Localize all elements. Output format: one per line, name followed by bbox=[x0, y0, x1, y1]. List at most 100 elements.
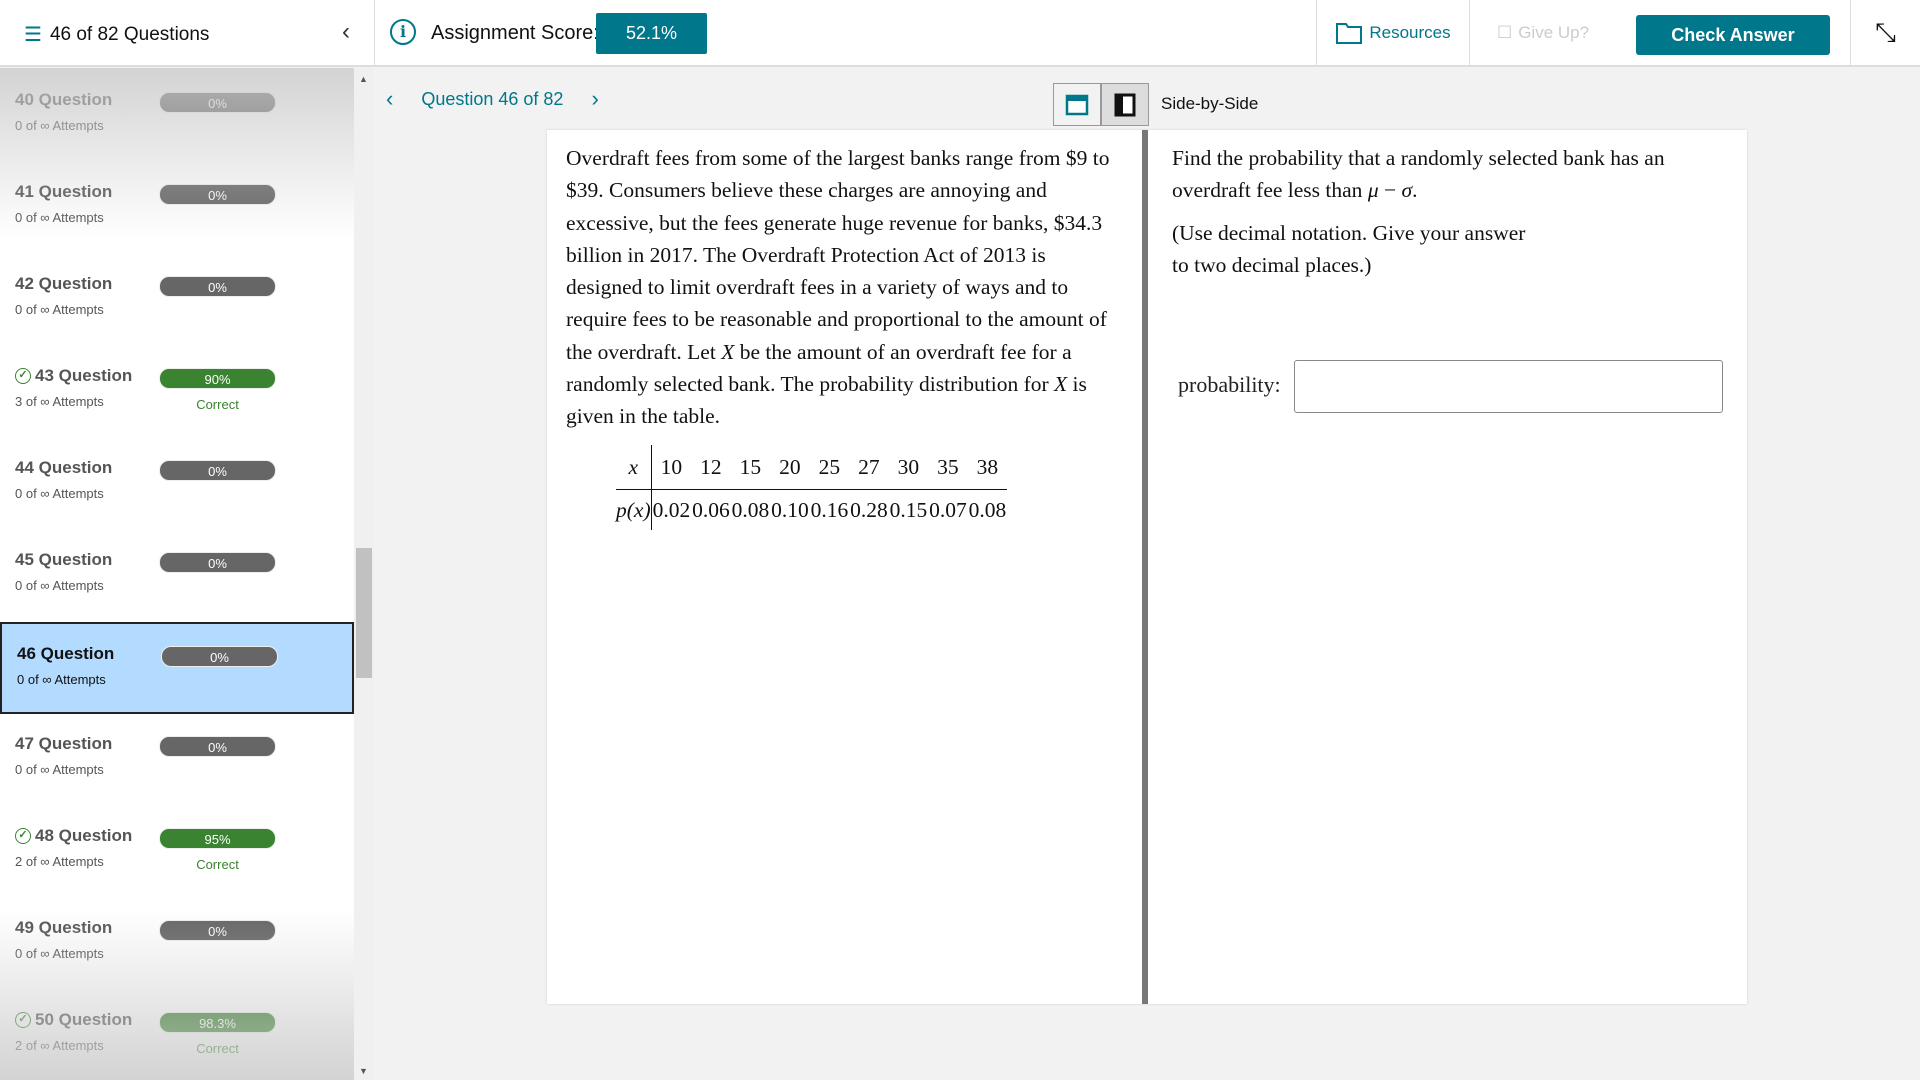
score-bar: 0% bbox=[159, 552, 276, 573]
p-header: p(x) bbox=[616, 489, 652, 531]
exit-fullscreen-button[interactable]: ⤡ bbox=[1850, 0, 1920, 66]
next-question-button[interactable]: › bbox=[591, 86, 598, 112]
attempts: 0 of ∞ Attempts bbox=[15, 486, 104, 501]
scrollbar-thumb[interactable] bbox=[356, 548, 372, 678]
x-value: 30 bbox=[888, 444, 929, 490]
question-navigation: ‹ Question 46 of 82 › bbox=[386, 86, 599, 112]
attempts: 2 of ∞ Attempts bbox=[15, 854, 104, 869]
question-stem: Overdraft fees from some of the largest … bbox=[566, 142, 1126, 531]
x-value: 12 bbox=[691, 444, 731, 490]
question-item[interactable]: 41 Question 0 of ∞ Attempts 0% bbox=[0, 162, 354, 254]
x-value: 15 bbox=[730, 444, 771, 490]
check-circle-icon: ✓ bbox=[15, 1012, 31, 1028]
attempts: 3 of ∞ Attempts bbox=[15, 394, 104, 409]
score-bar: 0% bbox=[161, 646, 278, 667]
question-item[interactable]: 49 Question 0 of ∞ Attempts 0% bbox=[0, 898, 354, 990]
x-value: 25 bbox=[809, 444, 850, 490]
probability-table: x 10 12 15 20 25 27 30 35 38 p(x) 0.02 0.06 0.08 0.10… bbox=[616, 444, 1008, 531]
p-value: 0.06 bbox=[692, 497, 730, 522]
question-prompt: Find the probability that a randomly sel… bbox=[1172, 142, 1712, 281]
question-item[interactable]: 47 Question 0 of ∞ Attempts 0% bbox=[0, 714, 354, 806]
x-header: x bbox=[616, 444, 652, 490]
resources-button[interactable]: Resources bbox=[1316, 0, 1469, 66]
score-bar: 0% bbox=[159, 460, 276, 481]
question-name: 44 Question bbox=[15, 458, 113, 477]
question-item[interactable]: ✓ 43 Question 3 of ∞ Attempts 90% Correct bbox=[0, 346, 354, 438]
score-bar: 0% bbox=[159, 184, 276, 205]
side-by-side-icon bbox=[1114, 93, 1136, 116]
probability-input[interactable] bbox=[1294, 360, 1723, 413]
question-name: 45 Question bbox=[15, 550, 113, 569]
prompt-text: Find the probability that a randomly sel… bbox=[1172, 146, 1665, 203]
score-bar: 90% bbox=[159, 368, 276, 389]
x-value: 27 bbox=[849, 444, 889, 490]
answer-label: probability: bbox=[1178, 372, 1281, 397]
score-bar: 98.3% bbox=[159, 1012, 276, 1033]
status-label: Correct bbox=[196, 1041, 239, 1056]
question-name: 46 Question bbox=[17, 644, 115, 663]
check-answer-button[interactable]: Check Answer bbox=[1636, 15, 1830, 55]
question-item[interactable]: 46 Question 0 of ∞ Attempts 0% bbox=[0, 622, 354, 714]
check-circle-icon: ✓ bbox=[15, 828, 31, 844]
x-value: 20 bbox=[770, 444, 810, 490]
attempts: 0 of ∞ Attempts bbox=[15, 118, 104, 133]
stem-text: Overdraft fees from some of the largest … bbox=[566, 146, 1110, 429]
question-item[interactable]: 42 Question 0 of ∞ Attempts 0% bbox=[0, 254, 354, 346]
p-value: 0.28 bbox=[850, 497, 888, 522]
assignment-score: 52.1% bbox=[596, 13, 707, 54]
question-item[interactable]: 40 Question 0 of ∞ Attempts 0% bbox=[0, 70, 354, 162]
p-value: 0.08 bbox=[968, 497, 1007, 522]
folder-icon bbox=[1336, 23, 1363, 44]
side-by-side-button[interactable] bbox=[1101, 83, 1149, 126]
give-up-icon: ☐ bbox=[1496, 23, 1513, 42]
p-value: 0.07 bbox=[929, 497, 967, 522]
question-name: ✓ 50 Question bbox=[15, 1010, 132, 1030]
assignment-score-label: Assignment Score: bbox=[431, 22, 599, 44]
p-value: 0.15 bbox=[889, 497, 928, 522]
x-value: 38 bbox=[967, 444, 1008, 490]
question-name: 47 Question bbox=[15, 734, 113, 753]
panel-divider[interactable] bbox=[1142, 130, 1148, 1004]
question-name: 49 Question bbox=[15, 918, 113, 937]
score-bar: 0% bbox=[159, 920, 276, 941]
compress-icon: ⤡ bbox=[1875, 17, 1896, 47]
scroll-up-icon[interactable]: ▲ bbox=[359, 74, 368, 84]
score-bar: 95% bbox=[159, 828, 276, 849]
score-bar: 0% bbox=[159, 92, 276, 113]
p-value: 0.08 bbox=[731, 497, 770, 522]
attempts: 0 of ∞ Attempts bbox=[15, 762, 104, 777]
score-bar: 0% bbox=[159, 276, 276, 297]
top-bar: ☰ 46 of 82 Questions ‹ i Assignment Score… bbox=[0, 0, 1920, 67]
x-value: 10 bbox=[651, 444, 692, 490]
status-label: Correct bbox=[196, 857, 239, 872]
attempts: 0 of ∞ Attempts bbox=[15, 578, 104, 593]
question-list-toggle[interactable]: ☰ 46 of 82 Questions bbox=[24, 22, 209, 47]
sidebar-scrollbar[interactable]: ▲ ▼ bbox=[354, 68, 374, 1080]
question-item[interactable]: ✓ 50 Question 2 of ∞ Attempts 98.3% Corre… bbox=[0, 990, 354, 1080]
list-icon: ☰ bbox=[24, 24, 42, 46]
p-value: 0.02 bbox=[652, 497, 691, 522]
question-name: 42 Question bbox=[15, 274, 113, 293]
question-item[interactable]: 45 Question 0 of ∞ Attempts 0% bbox=[0, 530, 354, 622]
question-item[interactable]: ✓ 48 Question 2 of ∞ Attempts 95% Correct bbox=[0, 806, 354, 898]
view-mode-label: Side-by-Side bbox=[1161, 94, 1259, 113]
question-item[interactable]: 44 Question 0 of ∞ Attempts 0% bbox=[0, 438, 354, 530]
score-bar: 0% bbox=[159, 736, 276, 757]
question-position: Question 46 of 82 bbox=[421, 88, 564, 109]
question-panel: Overdraft fees from some of the largest … bbox=[547, 130, 1747, 1004]
attempts: 0 of ∞ Attempts bbox=[15, 946, 104, 961]
status-label: Correct bbox=[196, 397, 239, 412]
attempts: 0 of ∞ Attempts bbox=[15, 210, 104, 225]
attempts: 2 of ∞ Attempts bbox=[15, 1038, 104, 1053]
single-view-icon bbox=[1065, 94, 1089, 115]
x-value: 35 bbox=[928, 444, 968, 490]
scroll-down-icon[interactable]: ▼ bbox=[359, 1066, 368, 1076]
instruction-note: (Use decimal notation. Give your answer … bbox=[1172, 220, 1526, 277]
single-view-button[interactable] bbox=[1053, 83, 1101, 126]
question-list-header: ☰ 46 of 82 Questions ‹ bbox=[0, 0, 375, 66]
question-name: 41 Question bbox=[15, 182, 113, 201]
collapse-sidebar-button[interactable]: ‹ bbox=[342, 18, 350, 46]
give-up-button[interactable]: ☐ Give Up? bbox=[1469, 0, 1616, 66]
previous-question-button[interactable]: ‹ bbox=[386, 86, 393, 112]
info-icon[interactable]: i bbox=[390, 19, 416, 45]
